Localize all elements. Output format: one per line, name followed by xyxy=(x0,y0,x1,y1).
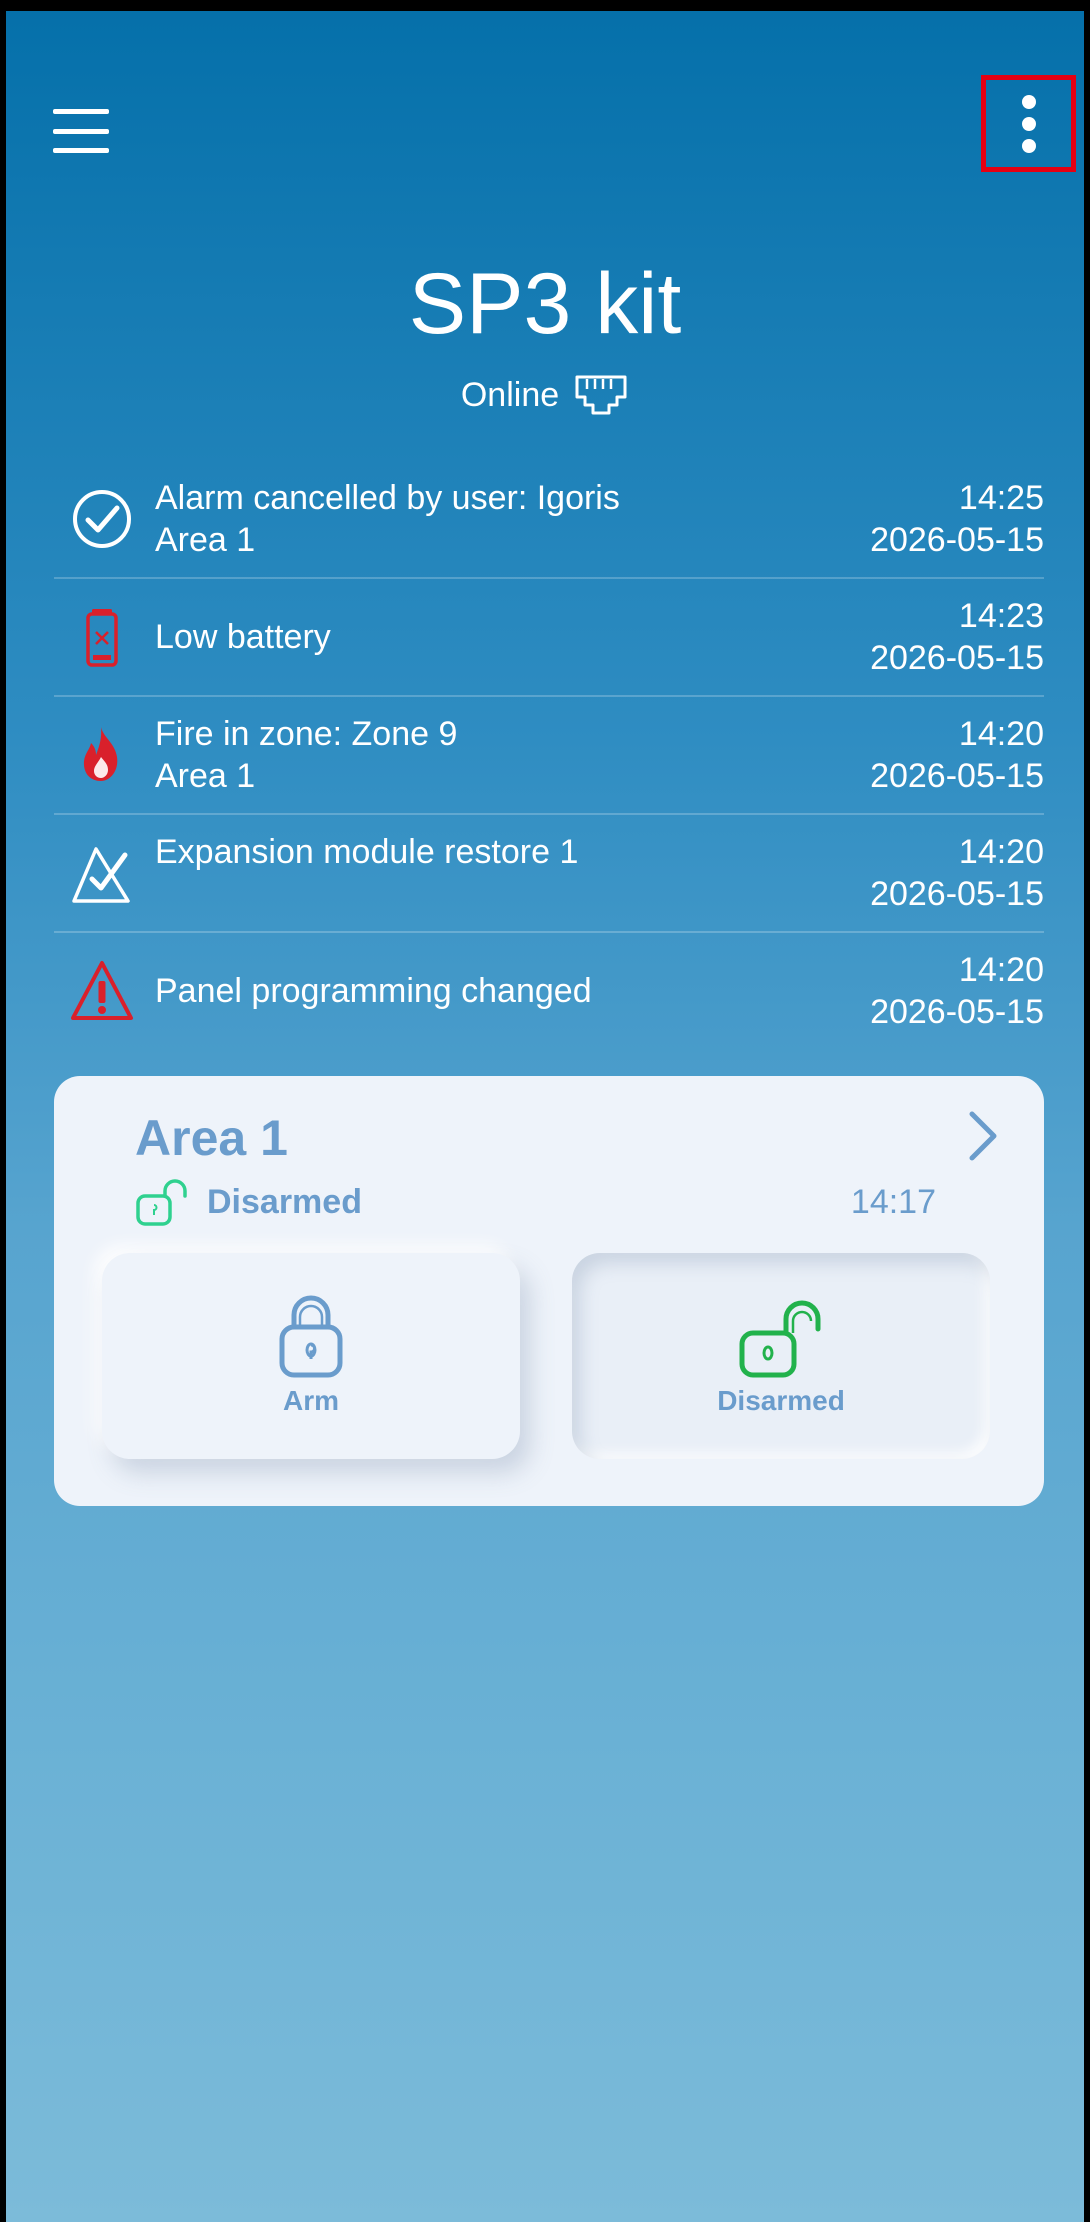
event-timestamp: 14:20 2026-05-15 xyxy=(870,831,1044,915)
event-row[interactable]: Panel programming changed 14:20 2026-05-… xyxy=(54,933,1044,1049)
more-vertical-icon-dot xyxy=(1021,138,1036,153)
more-vertical-icon xyxy=(1021,94,1036,109)
more-options-button[interactable] xyxy=(981,75,1076,172)
connection-status: Online xyxy=(6,371,1084,419)
event-date: 2026-05-15 xyxy=(870,639,1044,677)
event-text: Expansion module restore 1 xyxy=(155,831,578,873)
event-title: Low battery xyxy=(155,618,331,656)
event-timestamp: 14:23 2026-05-15 xyxy=(870,595,1044,679)
area-state-label: Disarmed xyxy=(207,1183,362,1221)
hamburger-menu-icon[interactable] xyxy=(53,109,109,153)
connection-status-label: Online xyxy=(460,376,560,414)
arm-button[interactable]: Arm xyxy=(102,1253,520,1459)
warning-triangle-icon xyxy=(71,961,133,1020)
event-area: Area 1 xyxy=(155,521,256,559)
panel-title: SP3 kit xyxy=(408,256,682,352)
event-row[interactable]: Fire in zone: Zone 9 Area 1 14:20 2026-0… xyxy=(54,697,1044,815)
event-timestamp: 14:20 2026-05-15 xyxy=(870,949,1044,1033)
arm-button-label: Arm xyxy=(282,1385,339,1416)
event-text: Low battery xyxy=(155,616,331,658)
menu-line xyxy=(53,148,109,153)
event-timestamp: 14:25 2026-05-15 xyxy=(870,477,1044,561)
unlocked-padlock-icon xyxy=(739,1300,821,1378)
event-title: Expansion module restore 1 xyxy=(155,833,579,871)
event-time: 14:20 xyxy=(958,833,1044,871)
event-time: 14:20 xyxy=(958,951,1044,989)
event-title: Panel programming changed xyxy=(155,972,592,1010)
event-title: Fire in zone: Zone 9 xyxy=(155,715,458,753)
event-text: Panel programming changed xyxy=(155,970,592,1012)
app-screen: SP3 kit Online Alarm cancelled by user: … xyxy=(6,11,1084,2222)
event-text: Fire in zone: Zone 9 Area 1 xyxy=(155,713,457,797)
event-date: 2026-05-15 xyxy=(870,993,1044,1031)
event-text: Alarm cancelled by user: Igoris Area 1 xyxy=(155,477,620,561)
menu-line xyxy=(53,109,109,114)
more-vertical-icon-dot xyxy=(1021,116,1036,131)
unlocked-padlock-icon xyxy=(136,1179,187,1226)
event-area: Area 1 xyxy=(155,757,256,795)
locked-padlock-icon xyxy=(279,1295,343,1378)
area-name: Area 1 xyxy=(135,1110,288,1166)
event-time: 14:25 xyxy=(958,479,1044,517)
check-circle-icon xyxy=(73,490,131,548)
event-time: 14:20 xyxy=(958,715,1044,753)
event-date: 2026-05-15 xyxy=(870,757,1044,795)
low-battery-icon xyxy=(86,609,118,667)
disarm-button-label: Disarmed xyxy=(717,1385,845,1416)
event-row[interactable]: Low battery 14:23 2026-05-15 xyxy=(54,579,1044,697)
area-state-time: 14:17 xyxy=(850,1183,936,1221)
area-card[interactable]: Area 1 Disarmed 14:17 Arm Disarmed xyxy=(54,1076,1044,1506)
event-row[interactable]: Expansion module restore 1 14:20 2026-05… xyxy=(54,815,1044,933)
event-date: 2026-05-15 xyxy=(870,521,1044,559)
event-time: 14:23 xyxy=(958,597,1044,635)
disarm-button[interactable]: Disarmed xyxy=(572,1253,990,1459)
event-row[interactable]: Alarm cancelled by user: Igoris Area 1 1… xyxy=(54,461,1044,579)
expansion-module-restore-icon xyxy=(72,847,130,903)
ethernet-port-icon xyxy=(575,375,627,415)
event-timestamp: 14:20 2026-05-15 xyxy=(870,713,1044,797)
event-list: Alarm cancelled by user: Igoris Area 1 1… xyxy=(54,461,1044,1049)
fire-icon xyxy=(83,727,118,781)
event-title: Alarm cancelled by user: Igoris xyxy=(155,479,620,517)
area-state: Disarmed xyxy=(135,1176,362,1228)
event-date: 2026-05-15 xyxy=(870,875,1044,913)
chevron-right-icon[interactable] xyxy=(962,1106,1002,1166)
menu-line xyxy=(53,128,109,134)
